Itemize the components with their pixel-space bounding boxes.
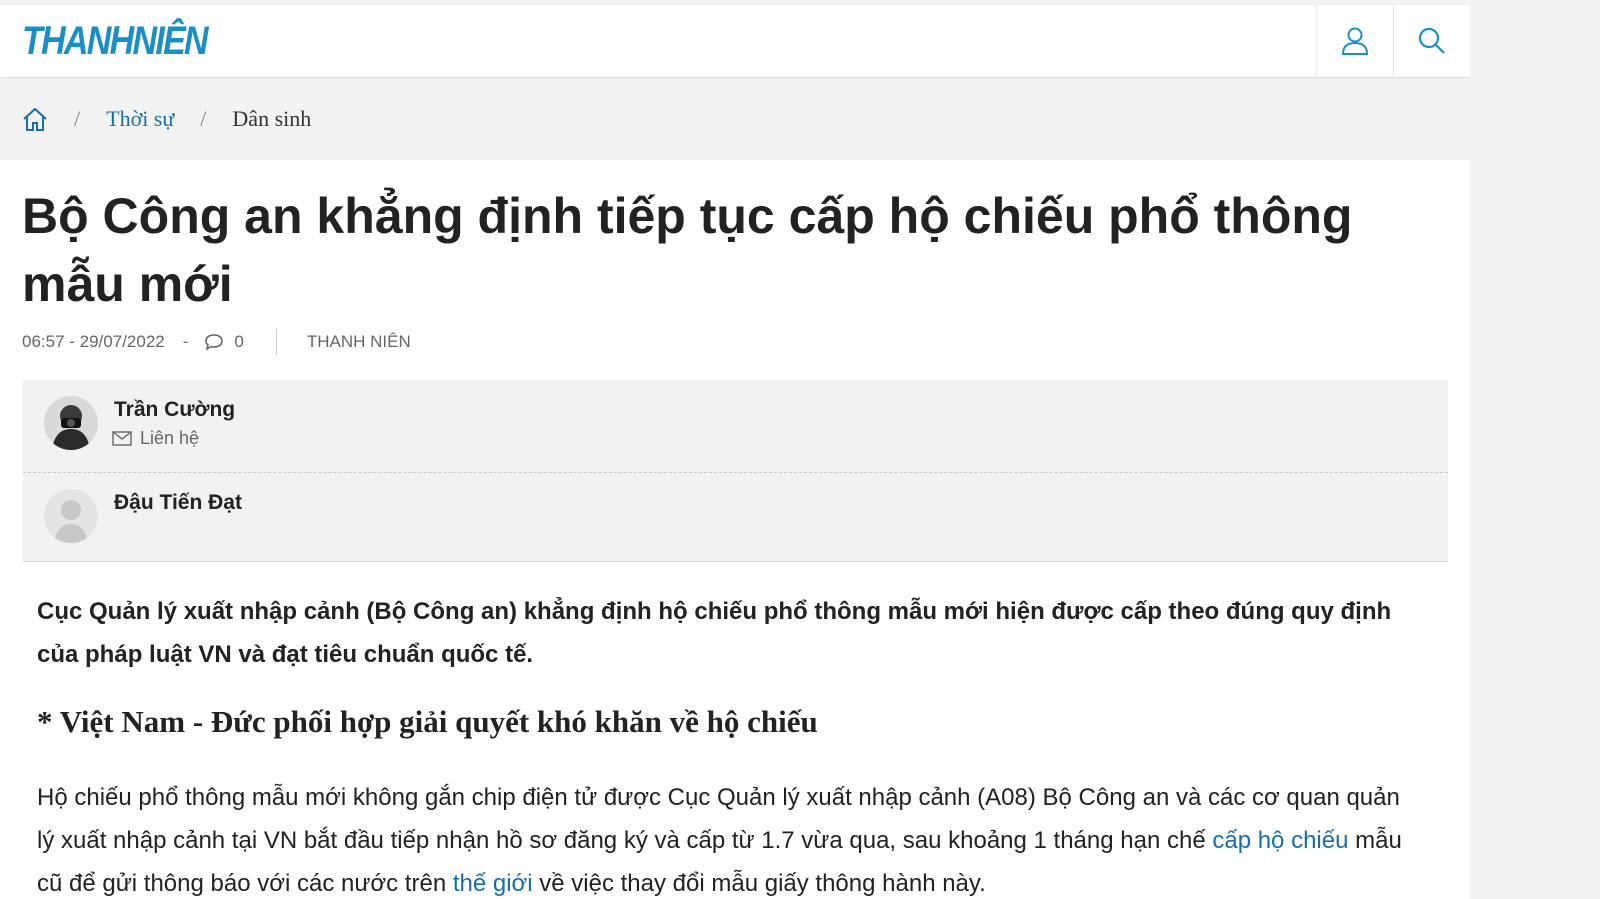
breadcrumb-home-link[interactable] <box>22 106 48 132</box>
avatar[interactable] <box>44 396 98 450</box>
meta-divider <box>275 329 277 355</box>
site-header: THANHNIÊN <box>0 5 1470 77</box>
article-meta: 06:57 - 29/07/2022 - 0 THANH NIÊN <box>22 328 411 356</box>
inline-link-cap-ho-chieu[interactable]: cấp hộ chiếu <box>1212 827 1348 854</box>
home-icon <box>23 107 47 131</box>
article-source: THANH NIÊN <box>306 332 411 351</box>
site-logo[interactable]: THANHNIÊN <box>22 19 209 64</box>
article-body-paragraph: Hộ chiếu phổ thông mẫu mới không gắn chi… <box>37 776 1417 899</box>
account-button[interactable] <box>1316 5 1393 77</box>
body-text-segment: Hộ chiếu phổ thông mẫu mới không gắn chi… <box>37 784 1400 854</box>
article-container: Bộ Công an khẳng định tiếp tục cấp hộ ch… <box>0 160 1470 899</box>
search-icon <box>1418 27 1445 54</box>
breadcrumb: / Thời sự / Dân sinh <box>0 78 1600 160</box>
body-text-segment: về việc thay đổi mẫu giấy thông hành này… <box>532 870 986 897</box>
search-button[interactable] <box>1393 5 1470 77</box>
header-actions <box>1316 5 1470 77</box>
meta-dash: - <box>182 332 189 351</box>
inline-link-the-gioi[interactable]: thế giới <box>453 870 533 897</box>
author-photo-icon <box>44 396 98 450</box>
related-article-link[interactable]: * Việt Nam - Đức phối hợp giải quyết khó… <box>37 704 1412 740</box>
author-row: Trần Cường Liên hệ <box>23 380 1448 473</box>
breadcrumb-item-dan-sinh[interactable]: Dân sinh <box>232 106 311 132</box>
right-gutter <box>1470 0 1600 899</box>
breadcrumb-separator: / <box>74 106 81 131</box>
comment-count: 0 <box>234 332 244 351</box>
default-avatar-icon <box>44 489 98 543</box>
author-row: Đậu Tiến Đạt <box>23 473 1448 566</box>
article-sapo: Cục Quản lý xuất nhập cảnh (Bộ Công an) … <box>37 598 1392 668</box>
breadcrumb-item-thoi-su[interactable]: Thời sự <box>106 106 174 132</box>
author-name[interactable]: Trần Cường <box>114 398 235 422</box>
author-contact-label: Liên hệ <box>140 428 200 448</box>
comment-link[interactable]: 0 <box>204 332 244 352</box>
author-name[interactable]: Đậu Tiến Đạt <box>114 491 242 515</box>
breadcrumb-separator: / <box>200 106 207 131</box>
mail-icon <box>112 431 132 446</box>
author-box: Trần Cường Liên hệ Đậu Tiến Đạt <box>23 380 1448 562</box>
comment-icon <box>205 334 224 351</box>
author-contact-link[interactable]: Liên hệ <box>112 428 199 449</box>
avatar[interactable] <box>44 489 98 543</box>
publish-datetime: 06:57 - 29/07/2022 <box>22 332 165 351</box>
user-icon <box>1341 27 1369 55</box>
article-title: Bộ Công an khẳng định tiếp tục cấp hộ ch… <box>22 188 1353 312</box>
